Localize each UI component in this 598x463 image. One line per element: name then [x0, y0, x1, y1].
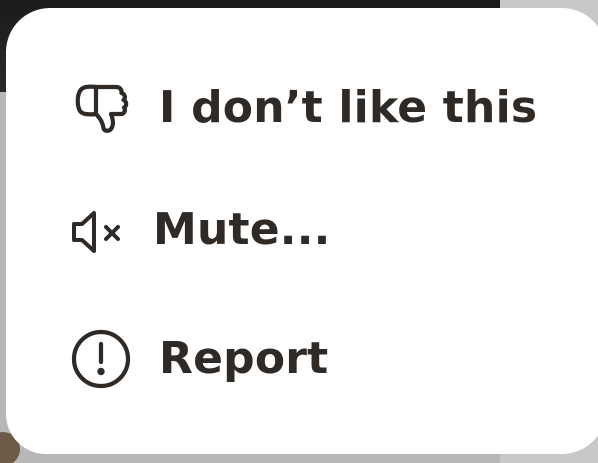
menu-item-label: Mute... [153, 204, 331, 255]
menu-item-dislike[interactable]: I don’t like this [6, 53, 566, 163]
thumbs-down-icon [70, 73, 134, 137]
menu-item-label: I don’t like this [159, 82, 538, 133]
menu-item-report[interactable]: Report [6, 304, 566, 414]
menu-item-label: Report [159, 333, 329, 384]
context-menu: I don’t like this Mute... Report [6, 8, 598, 454]
alert-circle-icon [70, 326, 134, 390]
menu-item-mute[interactable]: Mute... [6, 178, 566, 288]
mute-icon [70, 200, 134, 264]
